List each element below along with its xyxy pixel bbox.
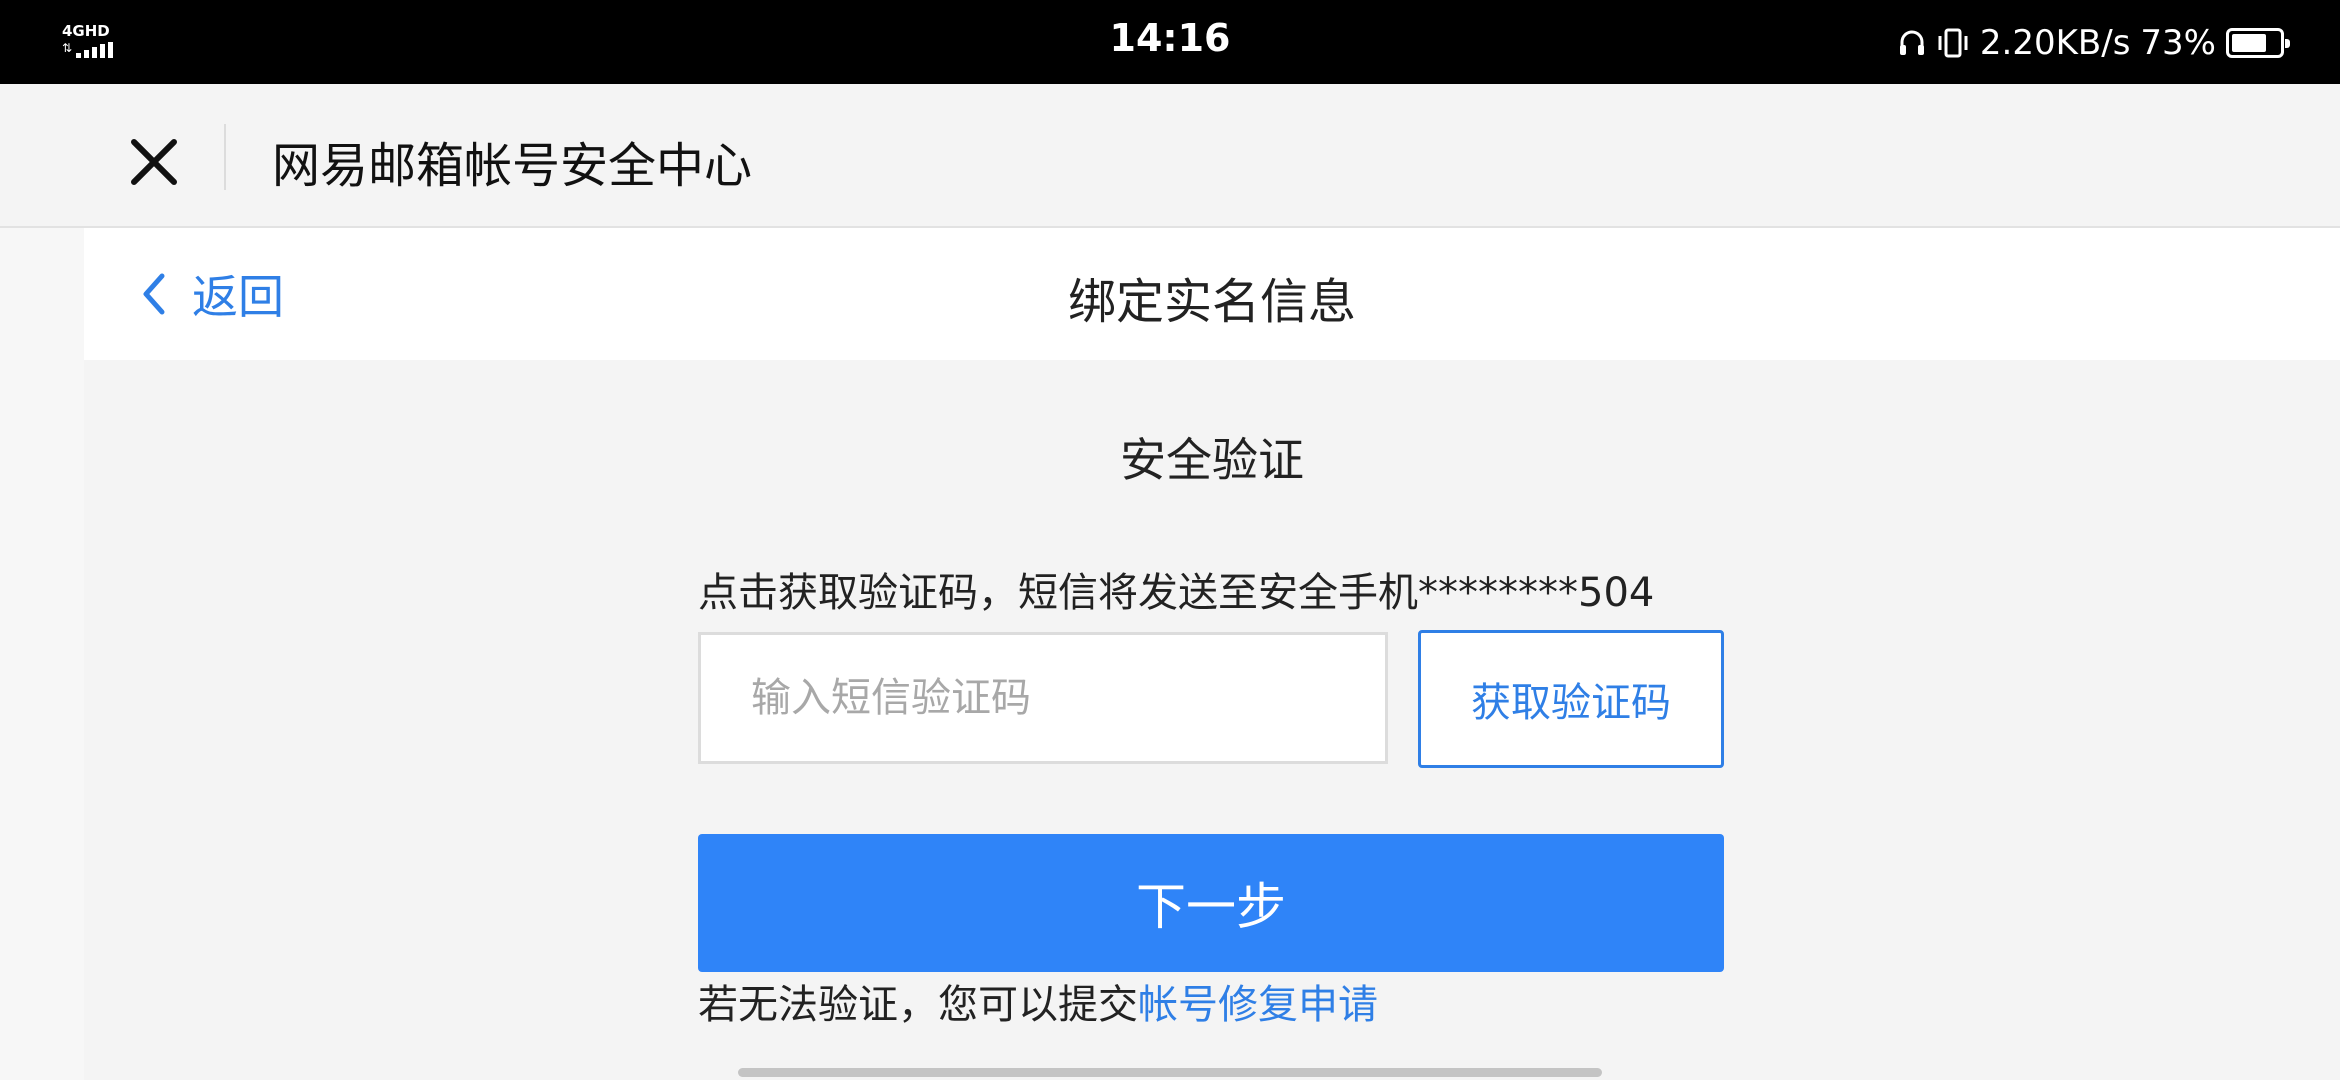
verify-panel: 安全验证 点击获取验证码，短信将发送至安全手机********504 获取验证码…: [84, 360, 2340, 1080]
battery-fill: [2232, 34, 2266, 52]
chevron-left-icon: [143, 273, 165, 315]
back-label: 返回: [192, 270, 284, 324]
status-time: 14:16: [1109, 16, 1231, 60]
app-title: 网易邮箱帐号安全中心: [272, 138, 753, 194]
data-arrows-icon: ⇅: [62, 41, 73, 55]
back-button[interactable]: 返回: [138, 264, 284, 324]
footer-text: 若无法验证，您可以提交: [698, 982, 1138, 1028]
battery-percent: 73%: [2140, 23, 2216, 63]
battery-icon: [2226, 28, 2290, 58]
sms-hint: 点击获取验证码，短信将发送至安全手机********504: [698, 570, 1655, 616]
horizontal-scrollbar[interactable]: [738, 1068, 1602, 1077]
app-header: 网易邮箱帐号安全中心: [0, 84, 2340, 228]
left-gutter: [0, 228, 84, 1080]
close-icon: [131, 139, 177, 185]
signal-icon: 4GHD ⇅: [60, 22, 116, 62]
sms-code-input[interactable]: [698, 632, 1388, 764]
signal-bars-icon: [76, 42, 113, 58]
status-bar: 4GHD ⇅ 14:16 2.20KB/s 73%: [0, 0, 2340, 84]
network-speed: 2.20KB/s: [1979, 23, 2131, 63]
get-code-button[interactable]: 获取验证码: [1418, 630, 1724, 768]
footer-note: 若无法验证，您可以提交帐号修复申请: [698, 972, 1378, 1030]
vibrate-icon: [1938, 28, 1968, 58]
account-repair-link[interactable]: 帐号修复申请: [1138, 982, 1378, 1028]
status-right: 2.20KB/s 73%: [1898, 18, 2290, 68]
page-title: 绑定实名信息: [1067, 274, 1356, 330]
battery-nub: [2285, 39, 2290, 48]
section-title: 安全验证: [1120, 433, 1304, 487]
network-type: 4GHD: [62, 22, 110, 40]
page-nav: 绑定实名信息 返回: [84, 228, 2340, 360]
headphones-icon: [1899, 30, 1924, 55]
next-button[interactable]: 下一步: [698, 834, 1724, 972]
close-button[interactable]: [120, 128, 188, 196]
header-divider: [224, 124, 226, 190]
